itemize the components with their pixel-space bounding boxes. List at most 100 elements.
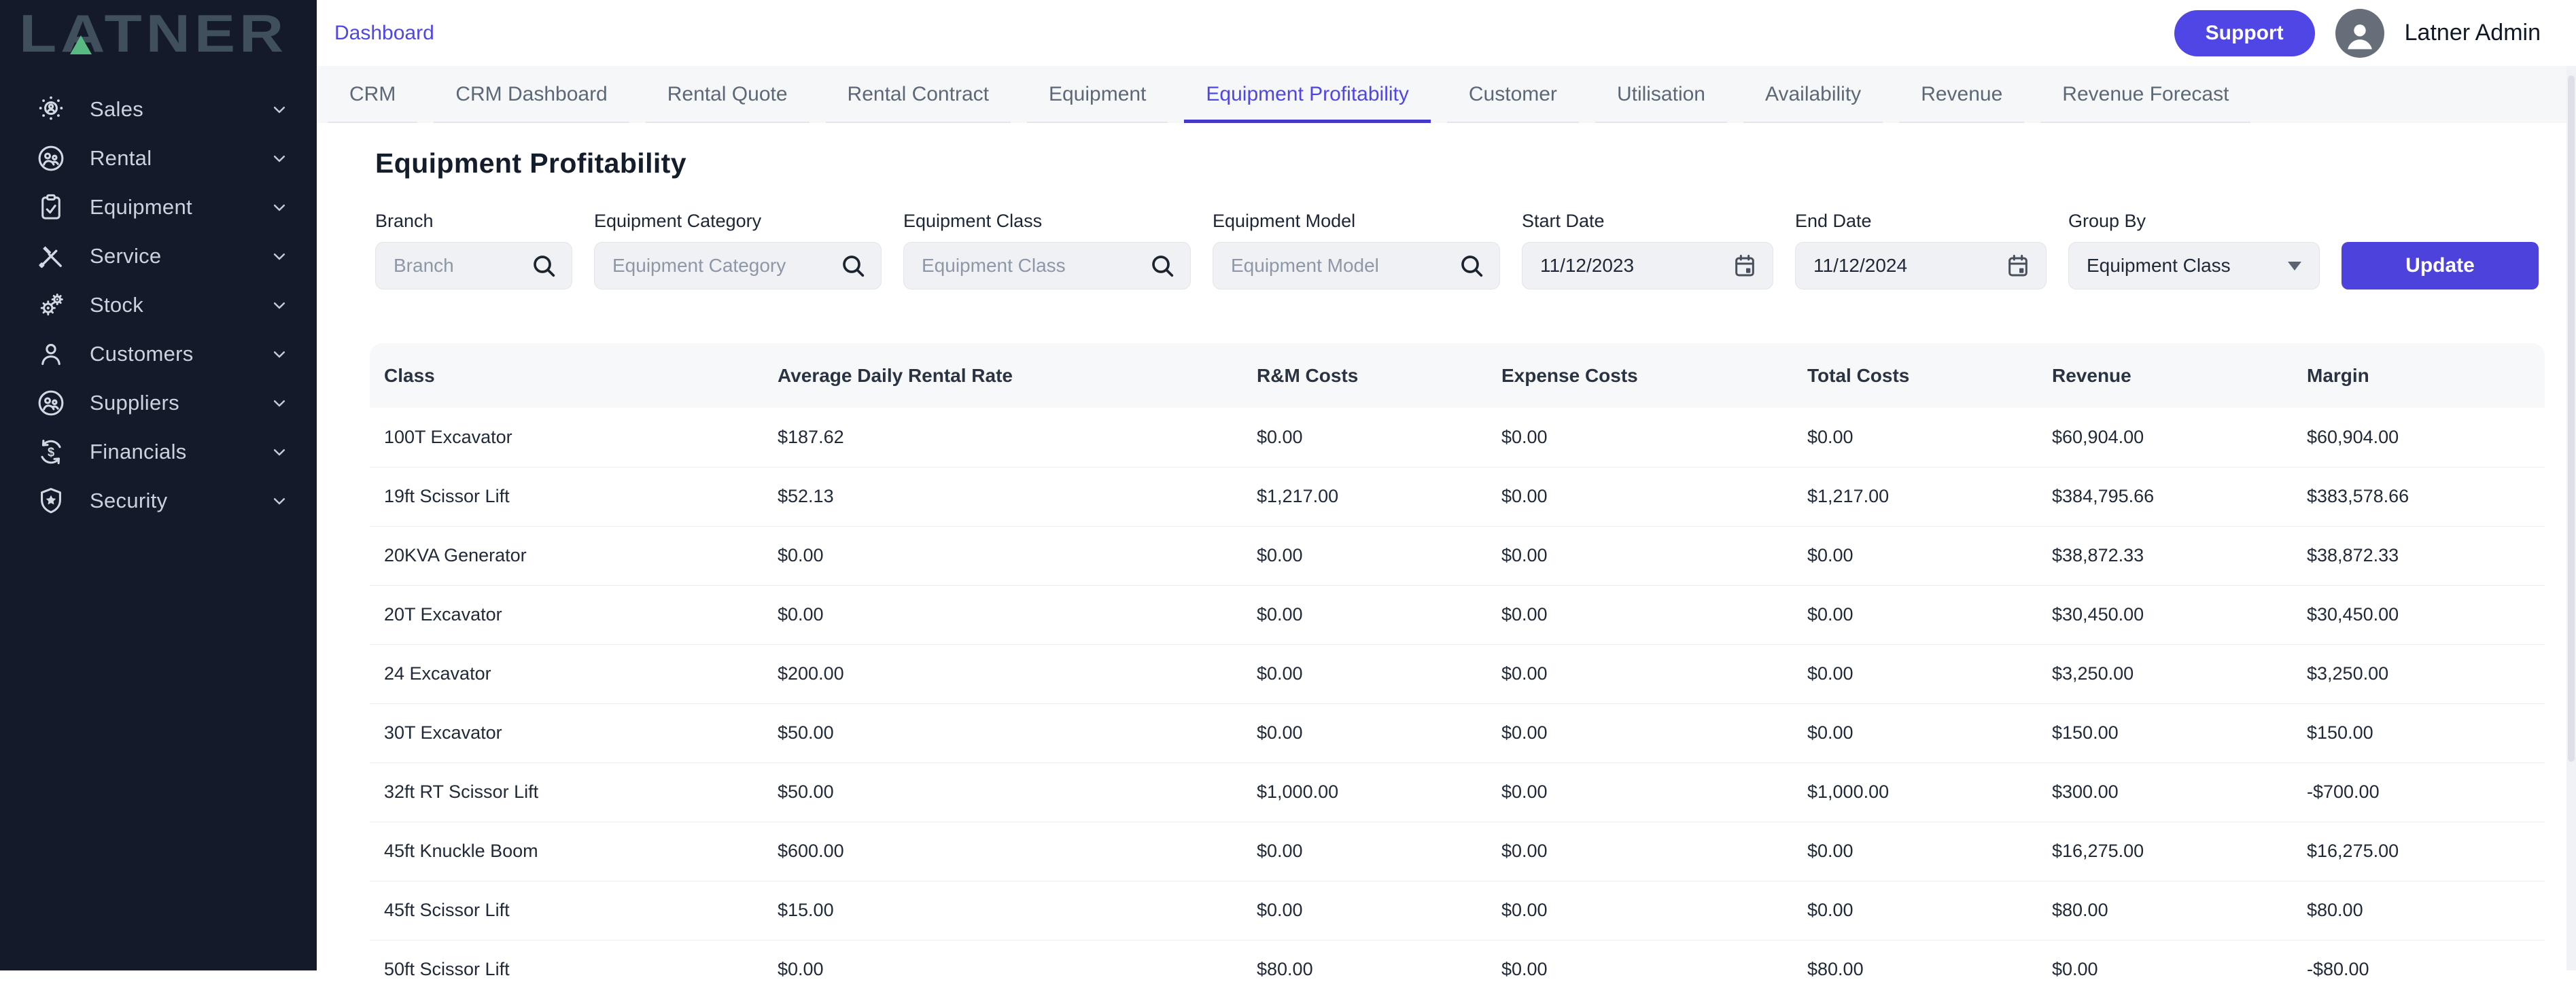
table-body: 100T Excavator $187.62 $0.00 $0.00 $0.00… <box>370 408 2545 999</box>
sidebar-nav: Sales Rental Equipment <box>0 66 317 525</box>
cell-expense-costs: $0.00 <box>1491 526 1797 585</box>
user-name: Latner Admin <box>2405 20 2541 46</box>
equipment-class-filter: Equipment Class <box>903 211 1191 290</box>
group-by-select[interactable]: Equipment Class <box>2068 242 2320 290</box>
sidebar-item-rental[interactable]: Rental <box>0 134 317 183</box>
logo-triangle-icon <box>70 35 92 54</box>
start-date-label: Start Date <box>1522 211 1773 232</box>
cell-total-costs: $0.00 <box>1797 703 2042 763</box>
update-button[interactable]: Update <box>2342 242 2539 290</box>
cell-expense-costs: $0.00 <box>1491 822 1797 881</box>
sidebar-item-security[interactable]: Security <box>0 476 317 525</box>
scrollbar-track[interactable] <box>2566 66 2576 970</box>
cell-class: 45ft Scissor Lift <box>370 881 767 940</box>
svg-text:$: $ <box>48 446 54 459</box>
sidebar-item-equipment[interactable]: Equipment <box>0 183 317 232</box>
cell-class: 30T Excavator <box>370 703 767 763</box>
cell-revenue: $16,275.00 <box>2042 822 2297 881</box>
sidebar-item-label: Rental <box>90 146 269 171</box>
sidebar-item-suppliers[interactable]: Suppliers <box>0 379 317 427</box>
people-circle-icon <box>35 387 67 419</box>
cell-expense-costs: $0.00 <box>1491 703 1797 763</box>
cell-margin: $16,275.00 <box>2297 822 2545 881</box>
cell-average-daily-rental-rate: $0.00 <box>767 585 1247 644</box>
cell-total-costs: $1,217.00 <box>1797 467 2042 526</box>
chevron-down-icon <box>269 99 290 120</box>
sidebar-item-service[interactable]: Service <box>0 232 317 281</box>
cell-margin: $3,250.00 <box>2297 644 2545 703</box>
cell-class: 32ft RT Scissor Lift <box>370 763 767 822</box>
tab-utilisation[interactable]: Utilisation <box>1591 66 1731 123</box>
tab-equipment-profitability[interactable]: Equipment Profitability <box>1180 66 1434 123</box>
tab-revenue-forecast[interactable]: Revenue Forecast <box>2036 66 2255 123</box>
cell-average-daily-rental-rate: $50.00 <box>767 703 1247 763</box>
cell-rm-costs: $1,217.00 <box>1247 467 1491 526</box>
equipment-model-input[interactable] <box>1213 242 1500 290</box>
cell-total-costs: $0.00 <box>1797 822 2042 881</box>
cell-margin: $80.00 <box>2297 881 2545 940</box>
table-row: 20KVA Generator $0.00 $0.00 $0.00 $0.00 … <box>370 526 2545 585</box>
sidebar-item-label: Service <box>90 244 269 268</box>
cell-margin: $60,904.00 <box>2297 408 2545 467</box>
filters-row: Branch Equipment Category Equipment Clas… <box>375 211 2545 290</box>
breadcrumb[interactable]: Dashboard <box>334 22 434 45</box>
calendar-icon <box>2004 252 2032 279</box>
tab-rental-quote[interactable]: Rental Quote <box>642 66 814 123</box>
chevron-down-icon <box>269 393 290 413</box>
scrollbar-thumb[interactable] <box>2568 75 2575 762</box>
table-row: 24 Excavator $200.00 $0.00 $0.00 $0.00 $… <box>370 644 2545 703</box>
equipment-category-input[interactable] <box>594 242 882 290</box>
tab-crm-dashboard[interactable]: CRM Dashboard <box>430 66 633 123</box>
equipment-model-filter: Equipment Model <box>1213 211 1500 290</box>
sidebar-item-sales[interactable]: Sales <box>0 85 317 134</box>
gears-icon <box>35 290 67 321</box>
tab-equipment[interactable]: Equipment <box>1023 66 1172 123</box>
branch-label: Branch <box>375 211 572 232</box>
cell-average-daily-rental-rate: $0.00 <box>767 940 1247 999</box>
cell-rm-costs: $0.00 <box>1247 822 1491 881</box>
calendar-icon <box>1731 252 1758 279</box>
cell-rm-costs: $0.00 <box>1247 703 1491 763</box>
sales-network-icon <box>35 94 67 125</box>
sidebar-item-financials[interactable]: $ Financials <box>0 427 317 476</box>
cell-rm-costs: $1,000.00 <box>1247 763 1491 822</box>
support-button[interactable]: Support <box>2174 10 2315 56</box>
sidebar-item-customers[interactable]: Customers <box>0 330 317 379</box>
col-revenue: Revenue <box>2042 343 2297 408</box>
logo-wordmark: LATNER <box>19 7 288 60</box>
end-date-filter: End Date <box>1795 211 2047 290</box>
shield-star-icon <box>35 485 67 516</box>
col-average-daily-rental-rate: Average Daily Rental Rate <box>767 343 1247 408</box>
tab-availability[interactable]: Availability <box>1739 66 1887 123</box>
sidebar-item-label: Equipment <box>90 195 269 220</box>
currency-sync-icon: $ <box>35 436 67 468</box>
table-row: 32ft RT Scissor Lift $50.00 $1,000.00 $0… <box>370 763 2545 822</box>
equipment-category-filter: Equipment Category <box>594 211 882 290</box>
table-row: 45ft Knuckle Boom $600.00 $0.00 $0.00 $0… <box>370 822 2545 881</box>
header-right: Support Latner Admin <box>2174 9 2541 58</box>
col-expense-costs: Expense Costs <box>1491 343 1797 408</box>
cell-revenue: $384,795.66 <box>2042 467 2297 526</box>
latner-logo[interactable]: LATNER <box>0 0 317 66</box>
cell-rm-costs: $0.00 <box>1247 881 1491 940</box>
tab-customer[interactable]: Customer <box>1443 66 1583 123</box>
tab-revenue[interactable]: Revenue <box>1895 66 2028 123</box>
avatar[interactable] <box>2335 9 2384 58</box>
cell-rm-costs: $0.00 <box>1247 526 1491 585</box>
table-row: 19ft Scissor Lift $52.13 $1,217.00 $0.00… <box>370 467 2545 526</box>
chevron-down-icon <box>269 197 290 217</box>
group-by-filter: Group By Equipment Class <box>2068 211 2320 290</box>
tab-rental-contract[interactable]: Rental Contract <box>822 66 1015 123</box>
start-date-filter: Start Date <box>1522 211 1773 290</box>
equipment-category-label: Equipment Category <box>594 211 882 232</box>
sidebar-item-stock[interactable]: Stock <box>0 281 317 330</box>
cell-rm-costs: $0.00 <box>1247 644 1491 703</box>
table-row: 20T Excavator $0.00 $0.00 $0.00 $0.00 $3… <box>370 585 2545 644</box>
group-by-label: Group By <box>2068 211 2320 232</box>
table-row: 100T Excavator $187.62 $0.00 $0.00 $0.00… <box>370 408 2545 467</box>
cell-average-daily-rental-rate: $200.00 <box>767 644 1247 703</box>
cell-class: 20T Excavator <box>370 585 767 644</box>
equipment-class-input[interactable] <box>903 242 1191 290</box>
tab-crm[interactable]: CRM <box>324 66 421 123</box>
cell-margin: $30,450.00 <box>2297 585 2545 644</box>
